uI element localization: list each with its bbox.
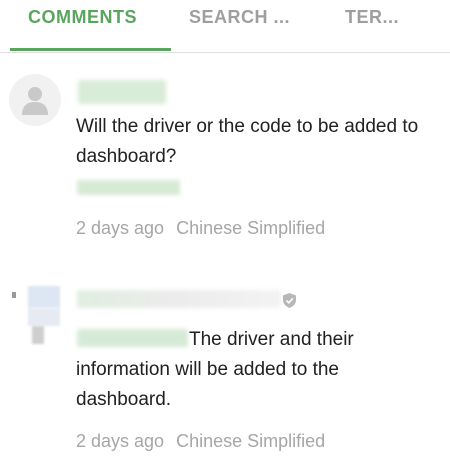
avatar[interactable] bbox=[9, 74, 61, 126]
shield-check-icon bbox=[283, 293, 296, 308]
comment-language[interactable]: Chinese Simplified bbox=[176, 218, 325, 238]
comment-language[interactable]: Chinese Simplified bbox=[176, 431, 325, 451]
attachment-redacted[interactable] bbox=[77, 180, 180, 195]
avatar[interactable] bbox=[12, 286, 60, 344]
default-user-icon bbox=[22, 87, 48, 115]
comment-meta: 2 days ago Chinese Simplified bbox=[76, 431, 325, 452]
comment-body: Will the driver or the code to be added … bbox=[76, 116, 419, 167]
comment-timestamp: 2 days ago bbox=[76, 431, 165, 451]
username-redacted[interactable] bbox=[77, 290, 281, 308]
comment-body: The driver and their information will be… bbox=[76, 329, 354, 410]
tab-comments[interactable]: COMMENTS bbox=[28, 0, 137, 52]
tab-ter[interactable]: TER... bbox=[345, 0, 399, 52]
tab-search[interactable]: SEARCH ... bbox=[189, 0, 290, 52]
username-redacted[interactable] bbox=[78, 80, 166, 104]
comment-timestamp: 2 days ago bbox=[76, 218, 165, 238]
tab-bar: COMMENTS SEARCH ... TER... bbox=[0, 0, 450, 53]
comment-meta: 2 days ago Chinese Simplified bbox=[76, 218, 325, 239]
active-tab-indicator bbox=[10, 48, 171, 51]
